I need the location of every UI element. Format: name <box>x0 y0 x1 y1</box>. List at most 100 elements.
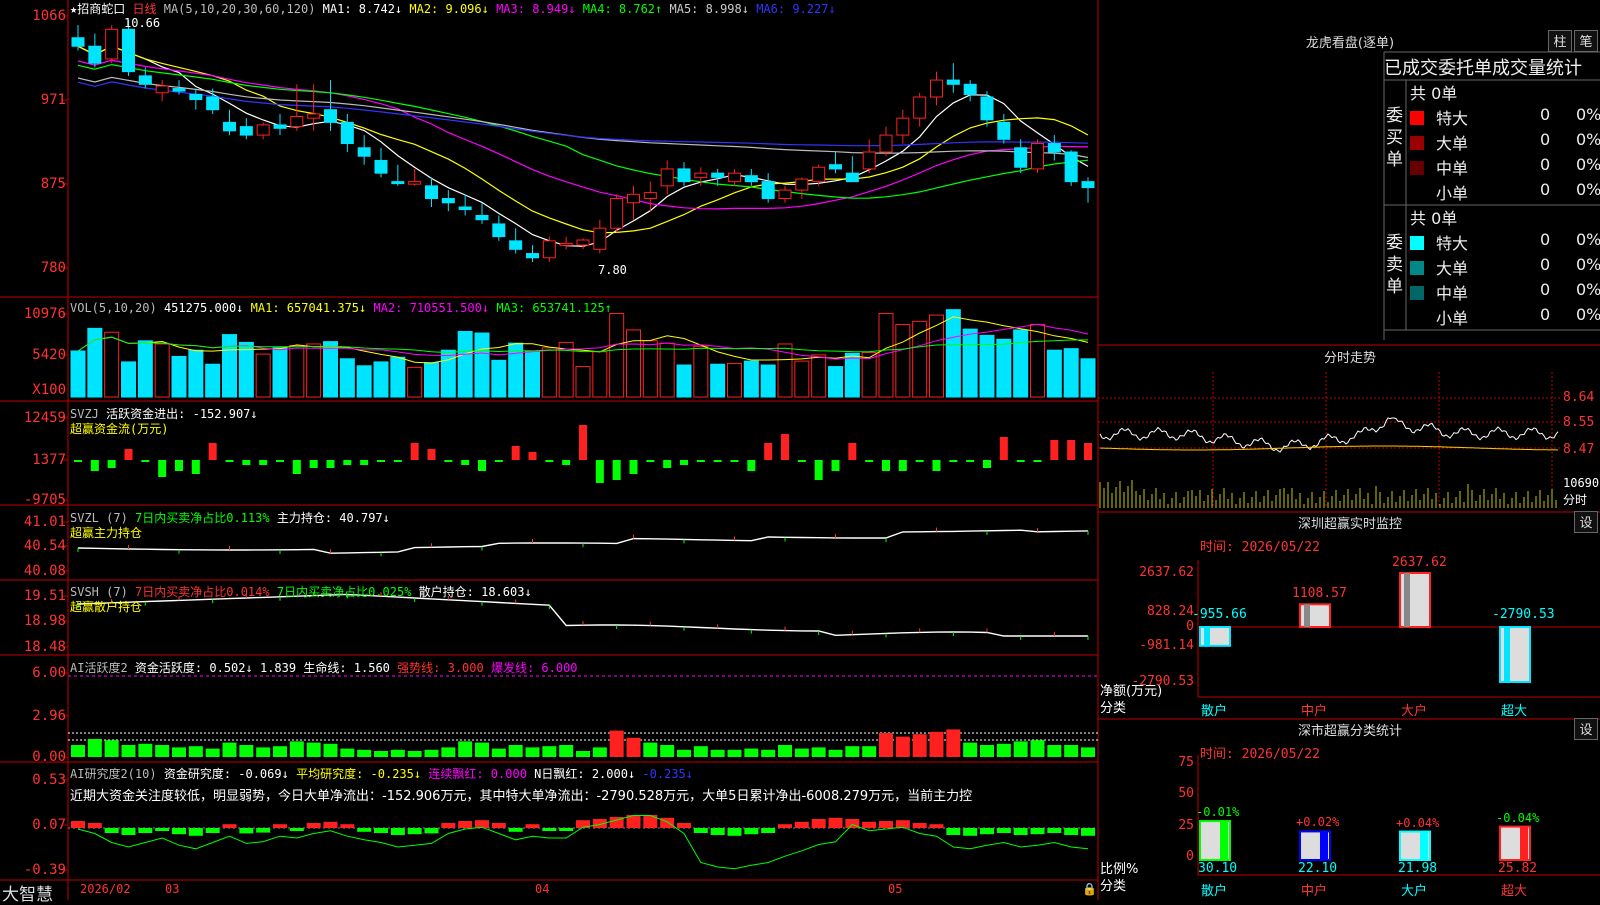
activity-bar-60 <box>1081 747 1095 757</box>
activity-bar-22 <box>441 747 456 757</box>
flow-bar-29 <box>562 460 571 465</box>
activity-bar-46 <box>845 746 860 757</box>
activity-bar-23 <box>458 741 473 757</box>
research-bar-60 <box>1081 828 1095 836</box>
flow-bar-47 <box>865 460 874 462</box>
activity-bar-9 <box>222 742 237 757</box>
activity-bar-18 <box>374 751 388 757</box>
volume-bar-22 <box>440 349 456 398</box>
activity-bar-53 <box>963 742 978 757</box>
period-label[interactable]: 日线 <box>132 2 156 16</box>
activity-bar-27 <box>525 747 540 757</box>
activity-bar-5 <box>155 745 170 757</box>
research-bar-59 <box>1064 828 1079 835</box>
flow-bar-59 <box>1067 440 1076 460</box>
volume-bar-57 <box>1030 323 1045 398</box>
svzj-sub: 超赢资金流(万元) <box>70 422 169 436</box>
research-bar-56 <box>1013 828 1028 835</box>
activity-bar-14 <box>306 742 321 757</box>
cls-ytick-3: 0 <box>1186 849 1194 864</box>
candle-body-12 <box>273 124 287 129</box>
lock-icon[interactable]: 🔒 <box>1082 882 1097 896</box>
flow-bar-19 <box>393 460 402 462</box>
research-bar-11 <box>256 828 271 833</box>
research-bar-44 <box>811 819 826 828</box>
candle-body-18 <box>374 159 388 174</box>
volume-bar-28 <box>541 347 557 398</box>
stock-title[interactable]: ★招商蛇口 <box>70 2 125 16</box>
svsh-holding: 散户持仓: 18.603↓ <box>418 585 532 599</box>
row-pct-sell-rows-2: 0% <box>1576 280 1600 299</box>
cls-ytick-1: 50 <box>1178 786 1194 801</box>
rt-settings-button[interactable]: 设 <box>1574 511 1598 533</box>
research-bar-21 <box>424 828 439 834</box>
rt-bar-label-3: -2790.53 <box>1492 607 1555 622</box>
activity-bar-32 <box>609 730 624 757</box>
cls-bar-color-1 <box>1320 831 1328 860</box>
buy-section-label: 委买单 <box>1386 106 1403 170</box>
research-bar-37 <box>693 828 708 833</box>
flow-bar-4 <box>141 460 150 462</box>
cls-time: 时间: 2026/05/22 <box>1200 747 1320 762</box>
candle-body-13 <box>290 115 304 128</box>
activity-bar-42 <box>778 745 792 757</box>
cls-settings-button[interactable]: 设 <box>1574 718 1598 740</box>
rt-bar-label-1: 1108.57 <box>1292 586 1347 602</box>
candle-body-3 <box>122 28 135 73</box>
date-feb: 2026/02 <box>80 882 131 896</box>
research-bar-41 <box>761 828 776 833</box>
flow-bar-6 <box>175 460 183 471</box>
btn-tick-view[interactable]: 笔 <box>1574 30 1598 52</box>
candle-body-5 <box>155 85 169 94</box>
volume-bar-4 <box>137 340 153 398</box>
vol-ytick-0: 10976 <box>23 306 66 322</box>
flow-bar-37 <box>696 460 705 462</box>
ma-value-4: MA4: 8.762↑ <box>575 2 663 16</box>
research-bar-18 <box>374 828 388 833</box>
svzl-ytick-2: 40.08 <box>23 563 66 579</box>
volume-bar-58 <box>1046 349 1062 398</box>
research-bar-36 <box>677 823 691 828</box>
flow-bar-45 <box>831 460 840 471</box>
row-name-sell-rows-0: 特大 <box>1436 234 1469 253</box>
ai2-research: 资金研究度: -0.069↓ <box>163 767 289 781</box>
cls-cat-0: 散户 <box>1201 884 1228 899</box>
ai1-ytick-0: 6.00 <box>32 665 66 681</box>
flow-bar-7 <box>191 460 200 474</box>
ai1-ytick-2: 0.00 <box>32 749 66 765</box>
price-ytick-2: 875 <box>40 176 66 192</box>
flow-bar-1 <box>90 460 99 471</box>
flow-bar-11 <box>259 460 268 465</box>
date-mar: 03 <box>165 882 180 896</box>
flow-bar-9 <box>225 460 234 462</box>
ai1-strongline: 强势线: 3.000 <box>397 661 484 675</box>
flow-bar-40 <box>747 460 756 471</box>
candle-body-60 <box>1081 181 1095 189</box>
row-count-buy-rows-1: 0 <box>1540 130 1551 149</box>
sell-total: 共 0单 <box>1410 209 1458 228</box>
candle-body-30 <box>576 239 590 246</box>
ai1-burstline: 爆发线: 6.000 <box>490 661 578 675</box>
flow-bar-57 <box>1033 460 1042 462</box>
row-name-buy-rows-2: 中单 <box>1436 159 1469 178</box>
activity-bar-17 <box>357 749 372 757</box>
flow-bar-0 <box>74 460 82 462</box>
volume-bar-2 <box>104 331 120 398</box>
fenshi-title: 分时走势 <box>1323 351 1376 366</box>
fenshi-ytick-1: 8.55 <box>1563 415 1595 430</box>
research-bar-38 <box>710 828 725 835</box>
btn-column-view[interactable]: 柱 <box>1548 30 1572 52</box>
activity-bar-16 <box>340 748 355 757</box>
candle-body-41 <box>761 181 775 200</box>
candle-body-34 <box>643 192 657 200</box>
cls-cat-2: 大户 <box>1401 884 1428 899</box>
rt-ytick-0: 2637.62 <box>1139 565 1194 580</box>
candle-body-17 <box>357 147 371 157</box>
cls-value-0: 30.10 <box>1198 861 1238 876</box>
rt-ytick-2: 0 <box>1186 619 1194 634</box>
volume-bar-31 <box>592 351 608 398</box>
ai2-header: AI研究度2(10) 资金研究度: -0.069↓ 平均研究度: -0.235↓… <box>70 765 693 782</box>
svsh-ytick-0: 19.51 <box>23 588 66 604</box>
volume-bar-38 <box>710 363 726 398</box>
flow-bar-26 <box>511 446 520 460</box>
